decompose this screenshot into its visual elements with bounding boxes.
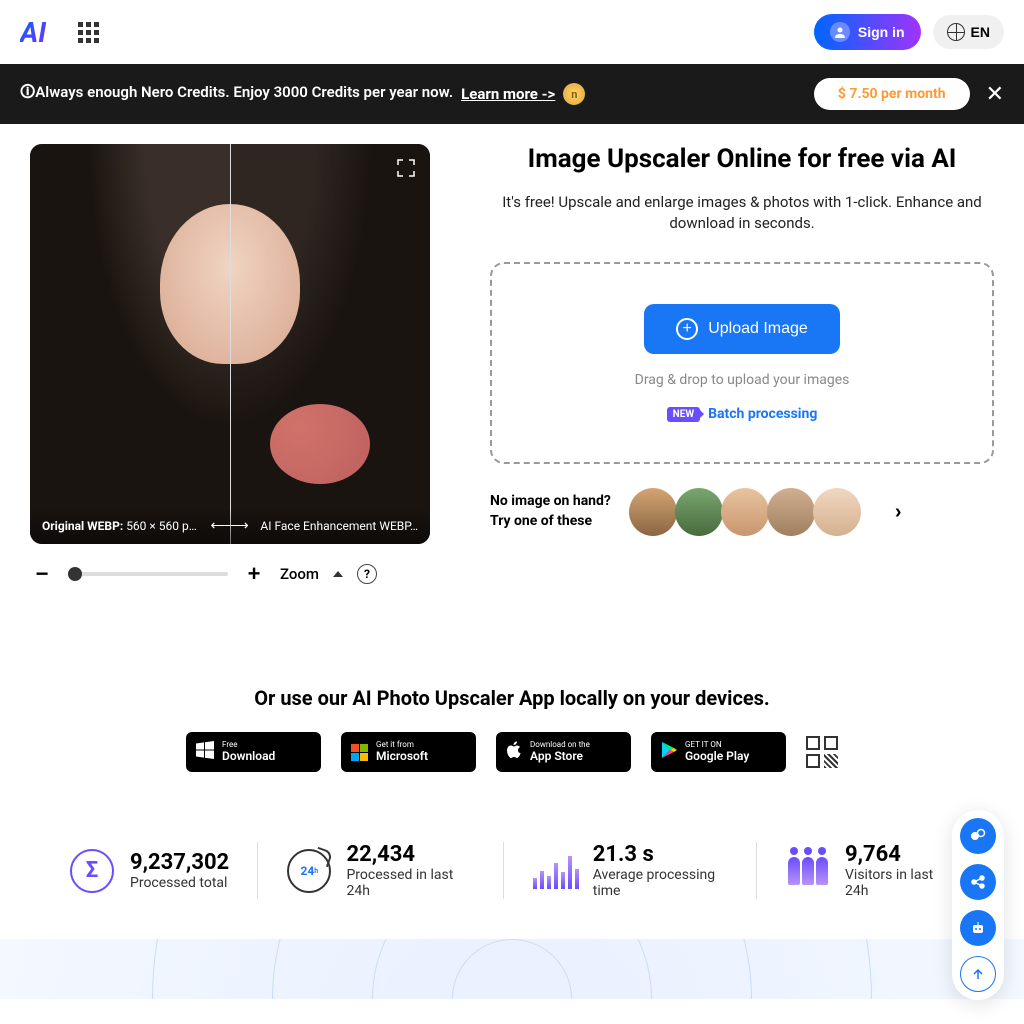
upload-column: Image Upscaler Online for free via AI It… — [490, 144, 994, 586]
batch-row: NEW Batch processing — [667, 406, 818, 422]
stat-value: 9,764 — [845, 842, 956, 867]
stat-label: Processed in last 24h — [346, 867, 475, 899]
compare-right-label: AI Face Enhancement WEBP… — [260, 519, 418, 533]
help-icon[interactable]: ? — [357, 564, 377, 584]
promo-learn-more-link[interactable]: Learn more -> — [461, 85, 555, 103]
zoom-thumb[interactable] — [68, 567, 82, 581]
stat-value: 21.3 s — [593, 842, 728, 867]
sample-thumb[interactable] — [675, 488, 723, 536]
upload-label: Upload Image — [708, 320, 808, 338]
promo-banner: 🛈Always enough Nero Credits. Enjoy 3000 … — [0, 64, 1024, 124]
clock-24h-icon: 24h — [287, 849, 331, 893]
sample-thumb[interactable] — [767, 488, 815, 536]
logo-text: AI — [20, 16, 46, 49]
stat-processed-total: Σ 9,237,302 Processed total — [40, 842, 258, 899]
drop-hint: Drag & drop to upload your images — [635, 372, 850, 388]
compare-image[interactable]: Original WEBP: 560 × 560 p… ⟵⟶ AI Face E… — [30, 144, 430, 544]
close-promo-button[interactable]: ✕ — [986, 81, 1004, 107]
upload-button[interactable]: + Upload Image — [644, 304, 840, 354]
zoom-in-button[interactable]: + — [242, 562, 266, 586]
header-left: AI — [20, 16, 99, 49]
share-button[interactable] — [960, 864, 996, 900]
zoom-controls: − + Zoom ? — [30, 562, 430, 586]
page-title: Image Upscaler Online for free via AI — [490, 144, 994, 174]
app-header: AI Sign in EN — [0, 0, 1024, 64]
download-heading: Or use our AI Photo Upscaler App locally… — [20, 686, 1004, 710]
coin-icon: n — [563, 83, 585, 105]
stat-processed-24h: 24h 22,434 Processed in last 24h — [258, 842, 504, 899]
zoom-label: Zoom — [280, 565, 319, 583]
stat-label: Average processing time — [593, 867, 728, 899]
batch-processing-link[interactable]: Batch processing — [708, 406, 817, 422]
wave-background — [0, 939, 1024, 999]
google-play-button[interactable]: GET IT ONGoogle Play — [651, 732, 786, 772]
microsoft-store-button[interactable]: Get it fromMicrosoft — [341, 732, 476, 772]
compare-divider-handle[interactable] — [230, 144, 231, 544]
stat-visitors: 9,764 Visitors in last 24h — [757, 842, 984, 899]
signin-button[interactable]: Sign in — [814, 14, 921, 50]
microsoft-icon — [351, 744, 368, 761]
zoom-slider[interactable] — [68, 572, 228, 576]
logo[interactable]: AI — [20, 16, 46, 49]
signin-label: Sign in — [858, 24, 905, 40]
sample-thumbnails — [631, 488, 861, 536]
bot-button[interactable] — [960, 910, 996, 946]
samples-next-button[interactable]: › — [895, 501, 902, 524]
promo-right: $ 7.50 per month ✕ — [814, 78, 1004, 110]
plus-icon: + — [676, 318, 698, 340]
qr-code-icon[interactable] — [806, 736, 838, 768]
apps-grid-icon[interactable] — [78, 22, 99, 43]
stat-label: Processed total — [130, 875, 229, 891]
windows-icon — [196, 741, 214, 764]
expand-icon[interactable] — [396, 158, 416, 182]
app-store-button[interactable]: Download on theApp Store — [496, 732, 631, 772]
floating-actions — [952, 810, 1004, 1000]
stat-value: 9,237,302 — [130, 850, 229, 875]
stat-value: 22,434 — [346, 842, 475, 867]
samples-prompt: No image on hand? Try one of these — [490, 492, 611, 531]
price-pill[interactable]: $ 7.50 per month — [814, 78, 970, 110]
caret-up-icon[interactable] — [333, 571, 343, 577]
stats-row: Σ 9,237,302 Processed total 24h 22,434 P… — [0, 772, 1024, 939]
google-play-icon — [661, 741, 677, 763]
page-subtitle: It's free! Upscale and enlarge images & … — [490, 192, 994, 234]
download-section: Or use our AI Photo Upscaler App locally… — [0, 686, 1024, 772]
user-icon — [830, 22, 850, 42]
sample-thumb[interactable] — [813, 488, 861, 536]
stat-label: Visitors in last 24h — [845, 867, 956, 899]
language-button[interactable]: EN — [933, 15, 1004, 49]
globe-icon — [947, 23, 965, 41]
scroll-top-button[interactable] — [960, 956, 996, 992]
bars-icon — [533, 853, 579, 889]
promo-left: 🛈Always enough Nero Credits. Enjoy 3000 … — [20, 82, 585, 107]
compare-labels: Original WEBP: 560 × 560 p… ⟵⟶ AI Face E… — [30, 508, 430, 544]
upload-dropzone[interactable]: + Upload Image Drag & drop to upload you… — [490, 262, 994, 464]
store-buttons: FreeDownload Get it fromMicrosoft Downlo… — [20, 732, 1004, 772]
windows-download-button[interactable]: FreeDownload — [186, 732, 321, 772]
preview-column: Original WEBP: 560 × 560 p… ⟵⟶ AI Face E… — [30, 144, 430, 586]
language-label: EN — [971, 24, 990, 40]
compare-arrows-icon: ⟵⟶ — [211, 518, 247, 534]
samples-row: No image on hand? Try one of these › — [490, 488, 994, 536]
sample-thumb[interactable] — [629, 488, 677, 536]
new-badge: NEW — [667, 407, 700, 422]
main-content: Original WEBP: 560 × 560 p… ⟵⟶ AI Face E… — [0, 124, 1024, 606]
chat-button[interactable] — [960, 818, 996, 854]
sample-thumb[interactable] — [721, 488, 769, 536]
promo-text: 🛈Always enough Nero Credits. Enjoy 3000 … — [20, 82, 453, 107]
stat-avg-time: 21.3 s Average processing time — [504, 842, 756, 899]
people-icon — [788, 857, 828, 885]
compare-left-label: Original WEBP: 560 × 560 p… — [42, 519, 197, 533]
zoom-out-button[interactable]: − — [30, 562, 54, 586]
header-right: Sign in EN — [814, 14, 1004, 50]
apple-icon — [506, 741, 522, 764]
sigma-icon: Σ — [70, 849, 114, 893]
